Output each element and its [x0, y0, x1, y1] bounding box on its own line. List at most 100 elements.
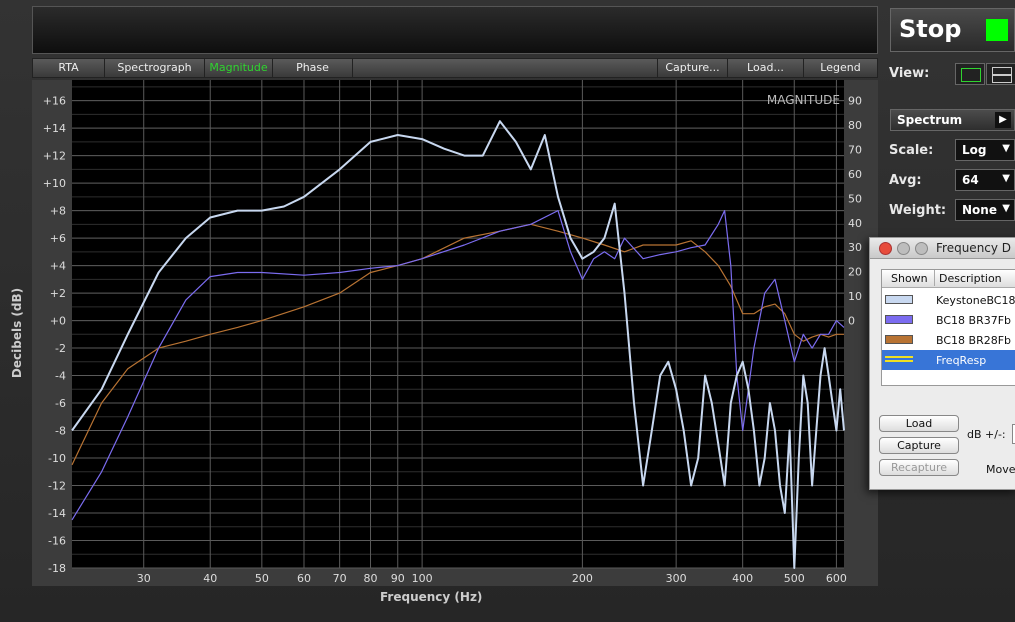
x-tick-label: 70	[333, 572, 347, 585]
app-window: RTA Spectrograph Magnitude Phase Capture…	[0, 0, 1015, 622]
plot-frame: -18 -16 -14 -12 -10 -8 -6 -4 -2 +0 +2 +4 +6 +8 +10 +12 +…	[32, 80, 878, 586]
y2-tick-label: 20	[848, 266, 862, 279]
y-tick-label: -16	[48, 535, 66, 548]
trace-row[interactable]: BC18 BR37Fb	[882, 310, 1015, 330]
x-tick-label: 90	[391, 572, 405, 585]
y-tick-label: +4	[50, 260, 66, 273]
weight-label: Weight:	[889, 203, 947, 218]
y-tick-label: -2	[55, 342, 66, 355]
trace-swatch[interactable]	[885, 355, 913, 364]
y2-tick-label: 80	[848, 119, 862, 132]
y2-tick-label: 30	[848, 241, 862, 254]
column-divider	[934, 270, 935, 286]
x-tick-label: 500	[784, 572, 805, 585]
x-tick-label: 30	[137, 572, 151, 585]
scale-value: Log	[962, 143, 987, 157]
tab-rta[interactable]: RTA	[33, 59, 105, 77]
x-tick-label: 200	[572, 572, 593, 585]
swatch-line-bottom	[885, 360, 913, 362]
close-icon[interactable]	[879, 242, 892, 255]
y-tick-label: +14	[43, 122, 66, 135]
load-button[interactable]: Load...	[727, 59, 803, 77]
legend-button[interactable]: Legend	[803, 59, 877, 77]
dialog-recapture-button[interactable]: Recapture	[879, 459, 959, 476]
stop-button[interactable]: Stop	[890, 8, 1015, 52]
x-tick-label: 80	[364, 572, 378, 585]
top-strip	[32, 6, 878, 54]
tab-phase[interactable]: Phase	[273, 59, 353, 77]
y-tick-label: -10	[48, 452, 66, 465]
tab-bar: RTA Spectrograph Magnitude Phase Capture…	[32, 58, 878, 78]
split-pane-icon	[992, 67, 1012, 75]
y2-tick-label: 40	[848, 217, 862, 230]
column-shown[interactable]: Shown	[891, 272, 928, 285]
x-tick-label: 300	[666, 572, 687, 585]
trace-swatch[interactable]	[885, 335, 913, 344]
avg-value: 64	[962, 173, 979, 187]
x-tick-label: 60	[297, 572, 311, 585]
running-indicator	[986, 19, 1008, 41]
dialog-title: Frequency D	[936, 241, 1012, 255]
scale-dropdown[interactable]: Log ▼	[955, 139, 1015, 161]
split-pane-icon-bottom	[992, 75, 1012, 83]
y2-tick-label: 60	[848, 168, 862, 181]
view-split-button[interactable]	[986, 63, 1015, 85]
y2-tick-label: 90	[848, 95, 862, 108]
avg-dropdown[interactable]: 64 ▼	[955, 169, 1015, 191]
y-tick-label: +8	[50, 205, 66, 218]
trace-description: KeystoneBC18	[936, 294, 1015, 307]
avg-label: Avg:	[889, 173, 922, 188]
trace-row[interactable]: KeystoneBC18	[882, 290, 1015, 310]
frequency-data-dialog: Frequency D Shown Description KeystoneBC…	[869, 237, 1015, 490]
trace-row[interactable]: BC18 BR28Fb 2	[882, 330, 1015, 350]
y-tick-label: +16	[43, 95, 66, 108]
dialog-load-button[interactable]: Load	[879, 415, 959, 432]
x-tick-label: 50	[255, 572, 269, 585]
y-tick-label: +12	[43, 150, 66, 163]
x-tick-label: 400	[732, 572, 753, 585]
y2-tick-label: 10	[848, 290, 862, 303]
spectrum-section-header[interactable]: Spectrum ▶	[890, 109, 1015, 131]
y-tick-label: +0	[50, 315, 66, 328]
dialog-titlebar[interactable]: Frequency D	[870, 238, 1015, 259]
chevron-down-icon: ▼	[1002, 203, 1010, 214]
scale-label: Scale:	[889, 143, 934, 158]
trace-row-selected[interactable]: FreqResp	[882, 350, 1015, 370]
magnitude-chart[interactable]: -18 -16 -14 -12 -10 -8 -6 -4 -2 +0 +2 +4 +6 +8 +10 +12 +…	[32, 80, 878, 586]
x-tick-label: 600	[826, 572, 847, 585]
y-tick-label: +2	[50, 287, 66, 300]
tab-magnitude[interactable]: Magnitude	[205, 59, 273, 77]
y2-tick-label: 70	[848, 143, 862, 156]
trace-description: BC18 BR28Fb 2	[936, 334, 1015, 347]
y-tick-label: -12	[48, 480, 66, 493]
tab-spectrograph[interactable]: Spectrograph	[105, 59, 205, 77]
column-description[interactable]: Description	[939, 272, 1002, 285]
view-single-button[interactable]	[955, 63, 985, 85]
chevron-down-icon: ▼	[1002, 143, 1010, 154]
y-tick-label: -6	[55, 397, 66, 410]
zoom-icon[interactable]	[915, 242, 928, 255]
x-tick-label: 100	[412, 572, 433, 585]
dialog-capture-button[interactable]: Capture	[879, 437, 959, 454]
capture-button[interactable]: Capture...	[657, 59, 727, 77]
trace-description: BC18 BR37Fb	[936, 314, 1012, 327]
chart-title: MAGNITUDE	[767, 93, 840, 107]
trace-swatch[interactable]	[885, 315, 913, 324]
y-tick-label: -8	[55, 425, 66, 438]
section-label: Spectrum	[897, 113, 963, 127]
chevron-down-icon: ▼	[1002, 173, 1010, 184]
x-axis-title: Frequency (Hz)	[380, 590, 483, 604]
single-pane-icon	[961, 68, 981, 82]
y-tick-label: -18	[48, 562, 66, 575]
minimize-icon[interactable]	[897, 242, 910, 255]
trace-description: FreqResp	[936, 354, 987, 367]
view-label: View:	[889, 66, 930, 81]
trace-swatch[interactable]	[885, 295, 913, 304]
weight-value: None	[962, 203, 997, 217]
swatch-line-top	[885, 356, 913, 358]
weight-dropdown[interactable]: None ▼	[955, 199, 1015, 221]
y-tick-label: -14	[48, 507, 66, 520]
y-tick-label: +10	[43, 177, 66, 190]
y-tick-label: +6	[50, 232, 66, 245]
trace-list[interactable]: Shown Description KeystoneBC18 BC18 BR37…	[881, 269, 1015, 386]
